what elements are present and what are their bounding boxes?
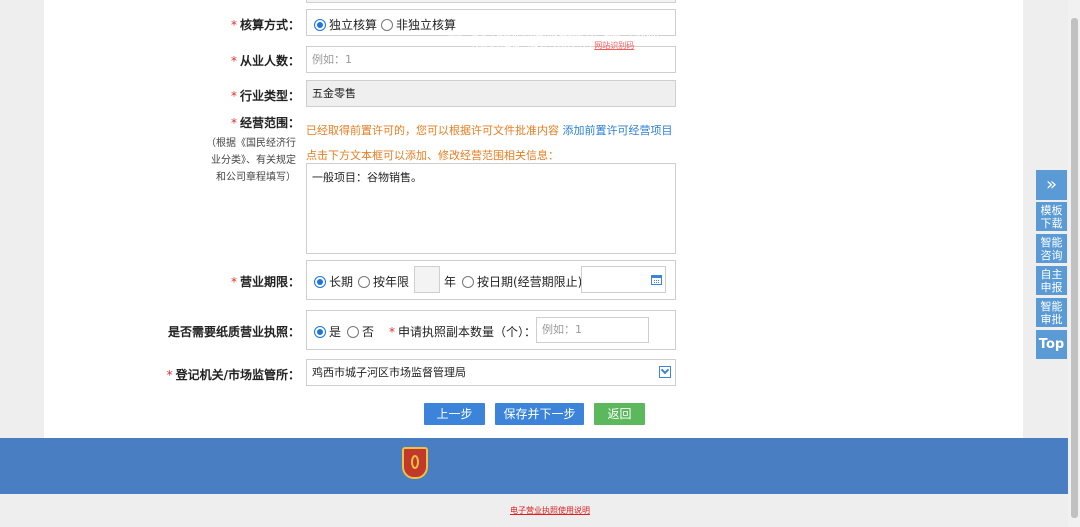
side-smart-approve[interactable]: 智能审批: [1036, 298, 1067, 327]
side-self-declare[interactable]: 自主申报: [1036, 266, 1067, 295]
footer-line: 请使用IE9及以上版本浏览器进行访问!: [485, 11, 621, 20]
term-date-option[interactable]: 按日期(经营期限止): [462, 273, 582, 290]
industry-label: * 行业类型：: [230, 89, 300, 103]
radio-checked-icon: [314, 276, 326, 288]
copies-input[interactable]: 例如：1: [536, 317, 649, 343]
back-to-top-button[interactable]: Top: [1036, 330, 1067, 359]
scope-textarea[interactable]: 一般项目：谷物销售。: [306, 163, 676, 254]
authority-label: * 登记机关/市场监管所：: [166, 368, 300, 382]
radio-unchecked-icon: [462, 276, 474, 288]
paper-license-no-option[interactable]: 否: [347, 323, 374, 340]
scope-hint-prelicense: 已经取得前置许可的，您可以根据许可文件批准内容 添加前置许可经营项目: [306, 124, 673, 137]
authority-field[interactable]: 鸡西市城子河区市场监督管理局: [306, 359, 676, 386]
radio-checked-icon: [314, 19, 326, 31]
paper-license-label: 是否需要纸质营业执照：: [167, 325, 300, 339]
scope-label: * 经营范围：: [230, 116, 300, 130]
term-years-option[interactable]: 按年限: [358, 273, 409, 290]
paper-license-yes-option[interactable]: 是: [314, 323, 341, 340]
footer: [0, 438, 1080, 494]
term-years-input[interactable]: [414, 266, 440, 293]
scope-note: （根据《国民经济行 业分类》、有关规定 和公司章程填写）: [190, 135, 296, 186]
copies-label: * 申请执照副本数量（个）：: [389, 325, 537, 339]
scope-hint-edit: 点击下方文本框可以添加、修改经营范围相关信息：: [306, 149, 559, 162]
emblem-logo: [402, 447, 428, 479]
site-id-link[interactable]: 网站识别码: [594, 41, 634, 50]
accounting-independent-option[interactable]: 独立核算: [314, 16, 377, 33]
save-next-button[interactable]: 保存并下一步: [495, 403, 584, 425]
accounting-label: * 核算方式：: [230, 18, 300, 32]
term-label: * 营业期限：: [230, 275, 300, 289]
back-button[interactable]: 返回: [594, 403, 645, 425]
prev-step-button[interactable]: 上一步: [424, 403, 485, 425]
top-field-remnant: [306, 0, 676, 3]
e-license-guide-link[interactable]: 电子营业执照使用说明: [0, 505, 1080, 516]
term-long-option[interactable]: 长期: [314, 273, 353, 290]
radio-checked-icon: [314, 326, 326, 338]
radio-unchecked-icon: [358, 276, 370, 288]
side-smart-consult[interactable]: 智能咨询: [1036, 234, 1067, 263]
footer-line: 地址：黑龙江省哈尔滨市香坊区香顺街53号 邮编：150000: [447, 31, 659, 40]
footer-text: 请使用IE9及以上版本浏览器进行访问! 黑龙江省市场监督管理局 版权所有 地址：…: [440, 11, 666, 51]
calendar-icon[interactable]: [651, 275, 662, 285]
scope-note-line: （根据《国民经济行: [206, 138, 296, 149]
radio-unchecked-icon: [381, 19, 393, 31]
side-expand-button[interactable]: »: [1036, 170, 1067, 200]
footer-line: 黑龙江省市场监督管理局 版权所有: [491, 21, 615, 30]
industry-field: 五金零售: [306, 80, 676, 107]
scrollbar-thumb[interactable]: [1071, 18, 1078, 518]
term-years-unit: 年: [444, 275, 457, 289]
add-prelicense-link[interactable]: 添加前置许可经营项目: [563, 124, 673, 137]
scope-note-line: 和公司章程填写）: [216, 172, 296, 183]
radio-unchecked-icon: [347, 326, 359, 338]
employees-label: * 从业人数：: [230, 54, 300, 68]
side-template-download[interactable]: 模板下载: [1036, 202, 1067, 231]
footer-line: 技术支持电话：0451-51012315 网站识别码: [471, 41, 635, 50]
select-authority-icon[interactable]: [659, 365, 671, 378]
scope-note-line: 业分类》、有关规定: [211, 155, 296, 166]
